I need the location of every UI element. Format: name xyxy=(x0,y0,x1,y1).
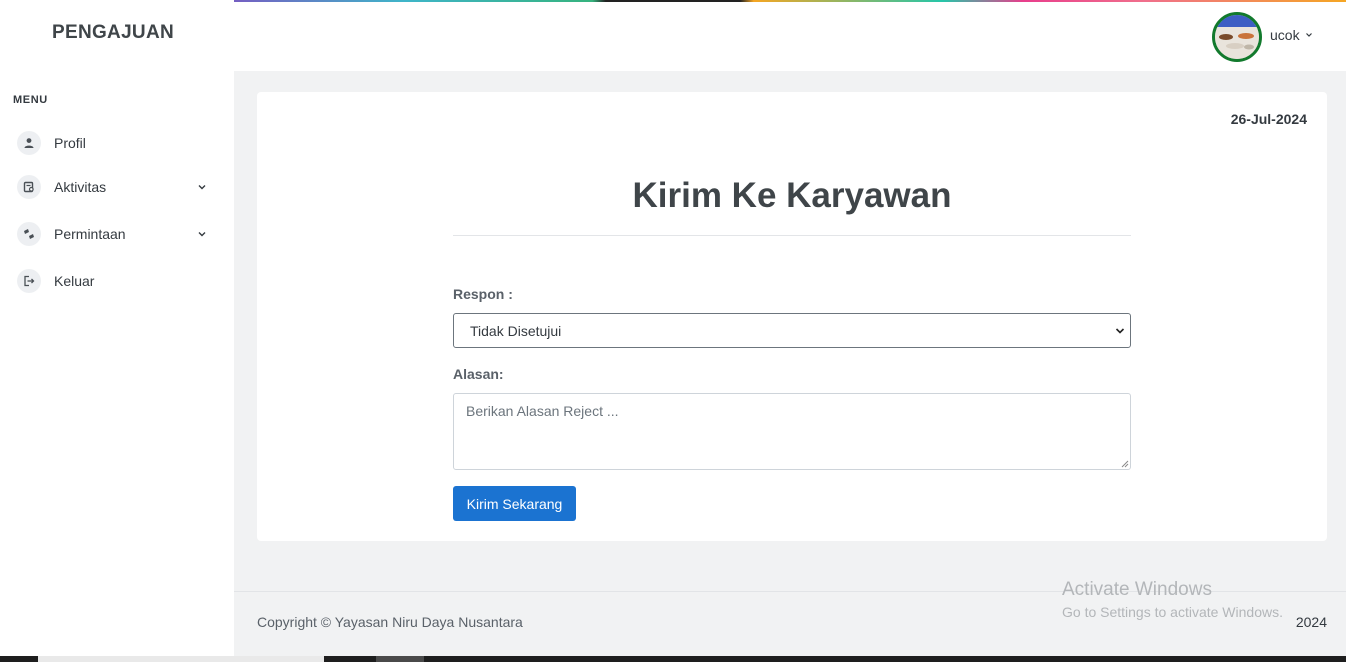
sidebar-item-profil[interactable]: Profil xyxy=(17,129,217,157)
top-header: ucok xyxy=(234,2,1346,71)
resize-handle-icon[interactable] xyxy=(1121,460,1129,468)
sidebar-item-label: Permintaan xyxy=(54,226,126,242)
chevron-down-icon xyxy=(1115,328,1125,334)
taskbar-item[interactable] xyxy=(376,656,424,662)
sidebar-item-label: Profil xyxy=(54,135,86,151)
respon-select[interactable]: Tidak Disetujui xyxy=(453,313,1131,348)
taskbar-item[interactable] xyxy=(38,656,324,662)
sidebar: PENGAJUAN MENU Profil Aktivitas Perminta… xyxy=(0,0,234,656)
sidebar-item-label: Aktivitas xyxy=(54,179,107,195)
menu-heading: MENU xyxy=(13,94,48,106)
alasan-placeholder: Berikan Alasan Reject ... xyxy=(466,403,619,419)
copyright-text: Copyright © Yayasan Niru Daya Nusantara xyxy=(257,614,523,630)
user-icon xyxy=(17,131,41,155)
current-date: 26-Jul-2024 xyxy=(1230,111,1307,127)
sidebar-item-label: Keluar xyxy=(54,273,95,289)
chevron-down-icon[interactable] xyxy=(197,182,207,192)
respon-selected-value: Tidak Disetujui xyxy=(470,322,562,339)
title-divider xyxy=(453,235,1131,236)
user-menu[interactable]: ucok xyxy=(1270,27,1313,43)
request-icon xyxy=(17,222,41,246)
logout-icon xyxy=(17,269,41,293)
sidebar-item-aktivitas[interactable]: Aktivitas xyxy=(17,173,217,201)
username-label: ucok xyxy=(1270,27,1300,43)
kirim-sekarang-button[interactable]: Kirim Sekarang xyxy=(453,486,576,521)
page-title: Kirim Ke Karyawan xyxy=(632,176,952,215)
activate-windows-subtitle: Go to Settings to activate Windows. xyxy=(1062,604,1283,620)
response-form-card: 26-Jul-2024 Kirim Ke Karyawan Respon : T… xyxy=(257,92,1327,541)
activity-list-icon xyxy=(17,175,41,199)
footer-year: 2024 xyxy=(1295,614,1327,630)
avatar[interactable] xyxy=(1212,12,1262,62)
sidebar-item-permintaan[interactable]: Permintaan xyxy=(17,220,217,248)
alasan-label: Alasan: xyxy=(453,366,504,382)
respon-label: Respon : xyxy=(453,286,513,302)
sidebar-item-keluar[interactable]: Keluar xyxy=(17,267,217,295)
chevron-down-icon xyxy=(1305,33,1312,37)
taskbar xyxy=(0,656,1346,662)
alasan-textarea[interactable]: Berikan Alasan Reject ... xyxy=(453,393,1131,470)
activate-windows-title: Activate Windows xyxy=(1062,579,1212,600)
brand-title[interactable]: PENGAJUAN xyxy=(0,22,226,44)
chevron-down-icon[interactable] xyxy=(197,229,207,239)
